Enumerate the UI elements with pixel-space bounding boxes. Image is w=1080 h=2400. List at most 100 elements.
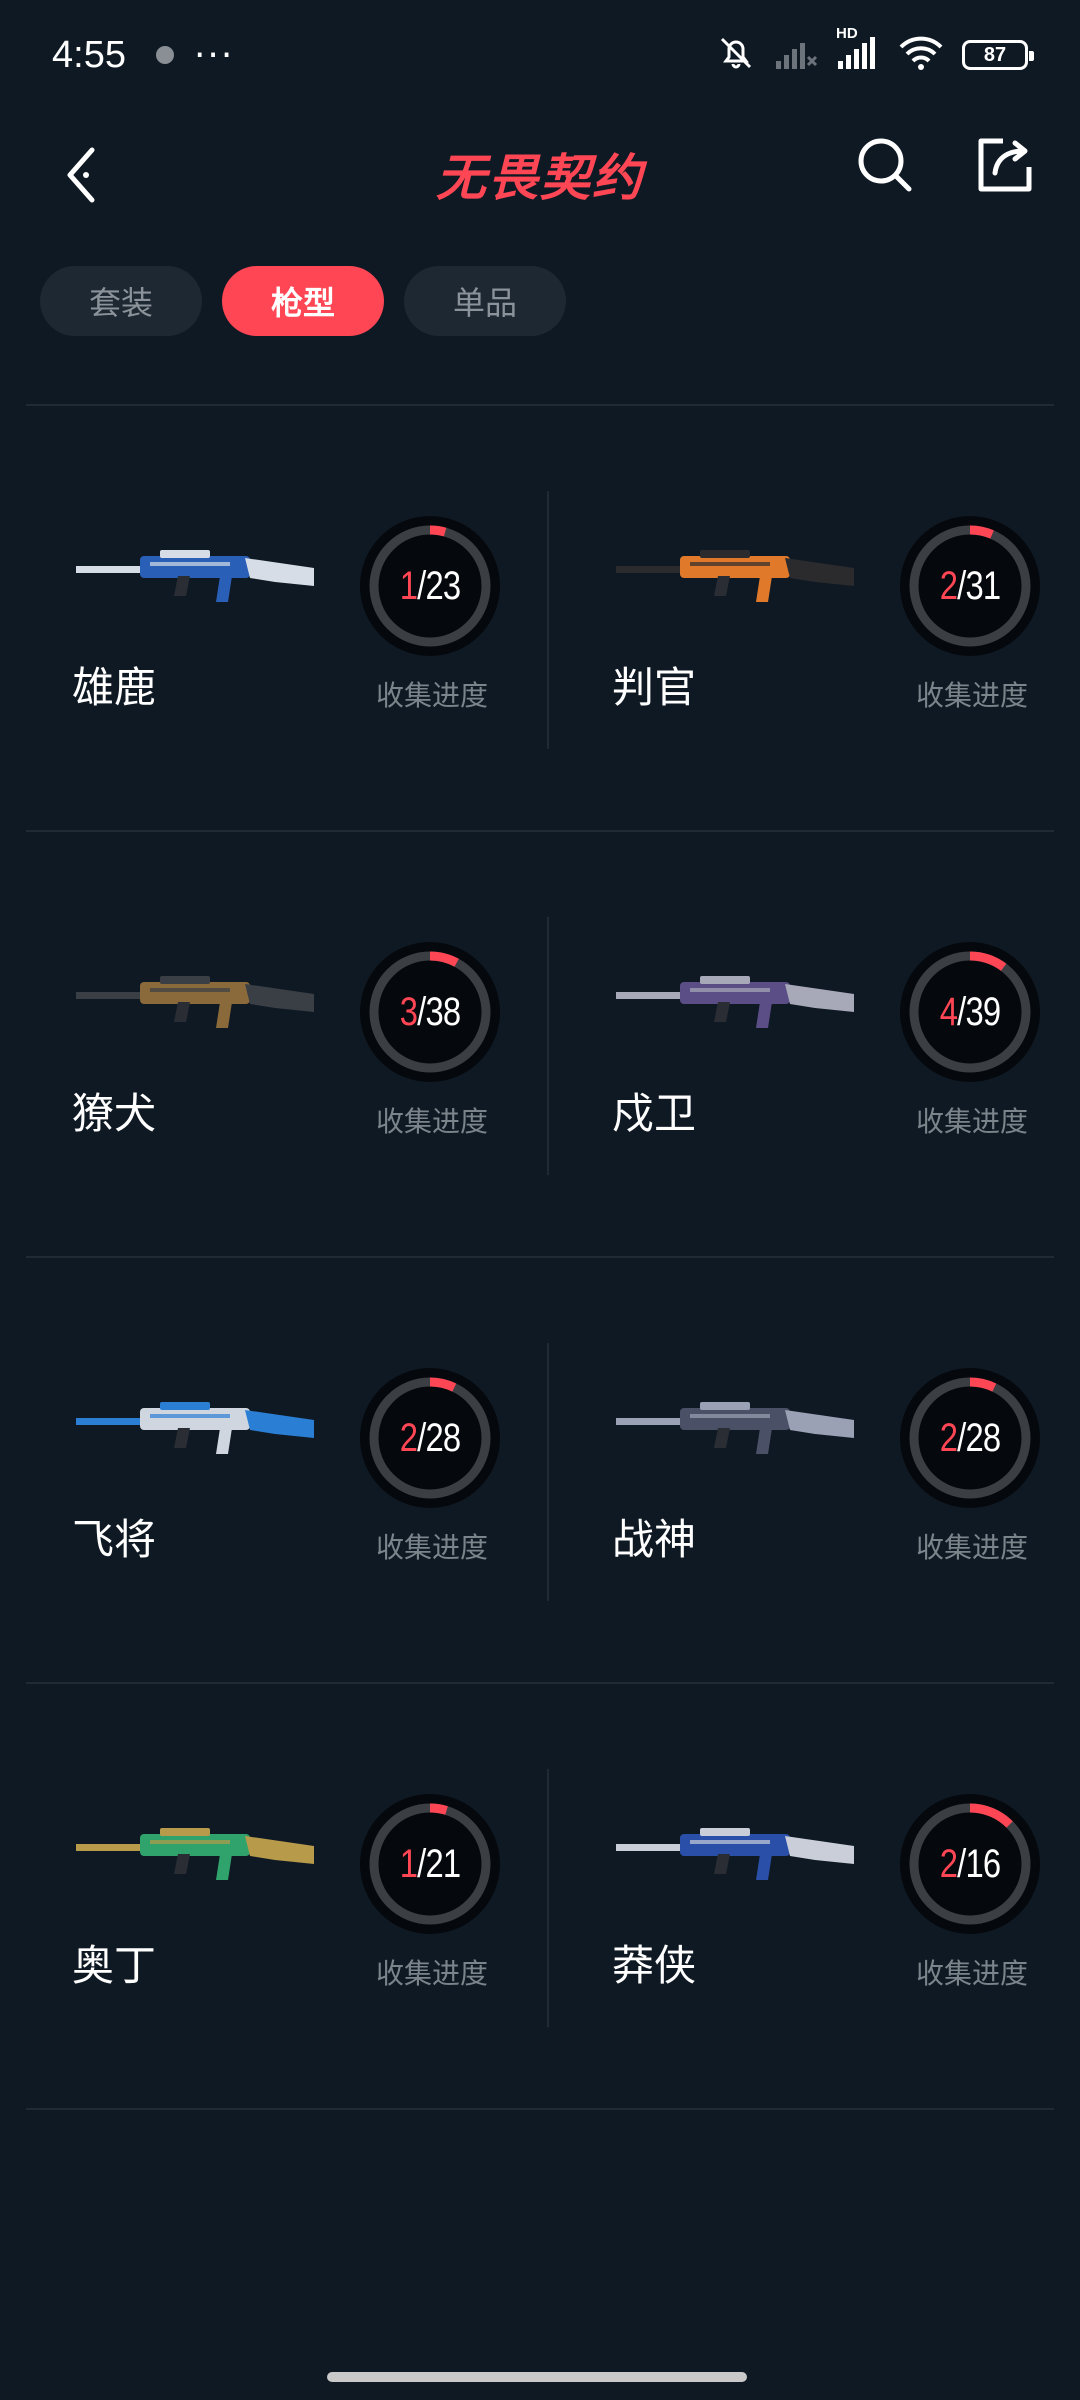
collected-count: 2 bbox=[939, 1841, 958, 1886]
weapon-name: 判官 bbox=[612, 663, 697, 712]
weapon-row: 2/28 飞将 收集进度 2/28 战神 收集进度 bbox=[0, 1258, 1080, 1684]
count-slash: / bbox=[417, 1841, 426, 1886]
wifi-icon bbox=[898, 35, 944, 75]
total-count: 31 bbox=[965, 563, 1001, 608]
tab-single-items[interactable]: 单品 bbox=[404, 266, 566, 336]
collection-progress-ring: 1/23 bbox=[360, 516, 500, 656]
total-count: 28 bbox=[965, 1415, 1001, 1460]
row-divider bbox=[26, 2108, 1054, 2110]
weapon-name: 奥丁 bbox=[72, 1941, 157, 1990]
column-divider bbox=[547, 1343, 549, 1601]
collection-progress-ring: 2/28 bbox=[360, 1368, 500, 1508]
weapon-name: 战神 bbox=[612, 1515, 697, 1564]
collection-count: 3/38 bbox=[373, 942, 488, 1082]
search-button[interactable] bbox=[845, 125, 925, 205]
share-button[interactable] bbox=[965, 125, 1045, 205]
weapon-card[interactable]: 狂怒收集进度 bbox=[0, 380, 540, 406]
weapon-card[interactable]: 1/21 奥丁 收集进度 bbox=[0, 1684, 540, 2110]
weapon-name: 雄鹿 bbox=[72, 663, 157, 712]
bell-muted-icon bbox=[716, 33, 756, 77]
share-icon bbox=[978, 138, 1032, 192]
weapon-row: 狂怒收集进度蜂刺收集进度 bbox=[0, 380, 1080, 406]
weapon-name: 獠犬 bbox=[72, 1089, 157, 1138]
weapon-image bbox=[70, 1368, 320, 1478]
app-header: 无畏契约 bbox=[0, 110, 1080, 240]
collection-count: 1/21 bbox=[373, 1794, 488, 1934]
weapon-name: 莽侠 bbox=[612, 1941, 697, 1990]
total-count: 28 bbox=[425, 1415, 461, 1460]
collection-progress-ring: 2/28 bbox=[900, 1368, 1040, 1508]
signal-hd-icon: HD bbox=[836, 25, 880, 75]
collected-count: 1 bbox=[399, 563, 418, 608]
collection-count: 2/31 bbox=[913, 516, 1028, 656]
more-notifications-icon: ··· bbox=[193, 34, 235, 76]
battery-icon: 87 bbox=[962, 40, 1034, 70]
count-slash: / bbox=[957, 563, 966, 608]
total-count: 21 bbox=[425, 1841, 461, 1886]
count-slash: / bbox=[417, 989, 426, 1034]
weapon-name: 飞将 bbox=[72, 1515, 157, 1564]
count-slash: / bbox=[957, 1415, 966, 1460]
notification-dot-icon bbox=[155, 46, 174, 64]
collection-count: 4/39 bbox=[913, 942, 1028, 1082]
weapon-image bbox=[610, 1368, 860, 1478]
weapon-card[interactable]: 2/28 飞将 收集进度 bbox=[0, 1258, 540, 1684]
collection-progress-label: 收集进度 bbox=[376, 679, 489, 712]
signal-off-icon bbox=[774, 35, 818, 75]
weapon-card[interactable]: 2/16 莽侠 收集进度 bbox=[540, 1684, 1080, 2110]
status-time: 4:55 bbox=[52, 33, 126, 76]
category-tabs: 套装 枪型 单品 bbox=[40, 266, 566, 336]
collection-progress-ring: 3/38 bbox=[360, 942, 500, 1082]
weapon-grid: 狂怒收集进度蜂刺收集进度1/23雄鹿收集进度2/31判官收集进度3/38獠犬收集… bbox=[0, 380, 1080, 2110]
home-indicator[interactable] bbox=[327, 2372, 747, 2382]
weapon-row: 3/38 獠犬 收集进度 4/39 戍卫 收集进度 bbox=[0, 832, 1080, 1258]
collection-progress-label: 收集进度 bbox=[916, 1105, 1029, 1138]
collection-progress-ring: 2/31 bbox=[900, 516, 1040, 656]
total-count: 23 bbox=[425, 563, 461, 608]
weapon-image bbox=[70, 516, 320, 626]
weapon-image bbox=[610, 942, 860, 1052]
collection-count: 1/23 bbox=[373, 516, 488, 656]
weapon-name: 戍卫 bbox=[612, 1089, 697, 1138]
count-slash: / bbox=[957, 1841, 966, 1886]
hd-label: HD bbox=[836, 25, 858, 42]
weapon-card[interactable]: 4/39 戍卫 收集进度 bbox=[540, 832, 1080, 1258]
count-slash: / bbox=[417, 1415, 426, 1460]
collected-count: 1 bbox=[399, 1841, 418, 1886]
weapon-card[interactable]: 2/28 战神 收集进度 bbox=[540, 1258, 1080, 1684]
collection-progress-label: 收集进度 bbox=[916, 1531, 1029, 1564]
total-count: 16 bbox=[965, 1841, 1001, 1886]
status-bar: 4:55 ··· HD 87 bbox=[0, 0, 1080, 110]
weapon-card[interactable]: 2/31 判官 收集进度 bbox=[540, 406, 1080, 832]
collection-progress-label: 收集进度 bbox=[916, 679, 1029, 712]
column-divider bbox=[547, 917, 549, 1175]
collection-progress-ring: 1/21 bbox=[360, 1794, 500, 1934]
collection-progress-label: 收集进度 bbox=[376, 1957, 489, 1990]
count-slash: / bbox=[957, 989, 966, 1034]
total-count: 39 bbox=[965, 989, 1001, 1034]
weapon-image bbox=[610, 1794, 860, 1904]
collection-progress-ring: 4/39 bbox=[900, 942, 1040, 1082]
tab-weapon-types[interactable]: 枪型 bbox=[222, 266, 384, 336]
weapon-image bbox=[70, 942, 320, 1052]
weapon-image bbox=[610, 516, 860, 626]
collected-count: 2 bbox=[939, 1415, 958, 1460]
weapon-card[interactable]: 1/23 雄鹿 收集进度 bbox=[0, 406, 540, 832]
collection-progress-label: 收集进度 bbox=[916, 1957, 1029, 1990]
weapon-grid-viewport[interactable]: 狂怒收集进度蜂刺收集进度1/23雄鹿收集进度2/31判官收集进度3/38獠犬收集… bbox=[0, 380, 1080, 2340]
collection-progress-ring: 2/16 bbox=[900, 1794, 1040, 1934]
weapon-card[interactable]: 蜂刺收集进度 bbox=[540, 380, 1080, 406]
collection-count: 2/28 bbox=[913, 1368, 1028, 1508]
collected-count: 3 bbox=[399, 989, 418, 1034]
column-divider bbox=[547, 491, 549, 749]
collection-count: 2/16 bbox=[913, 1794, 1028, 1934]
column-divider bbox=[547, 1769, 549, 2027]
total-count: 38 bbox=[425, 989, 461, 1034]
weapon-card[interactable]: 3/38 獠犬 收集进度 bbox=[0, 832, 540, 1258]
weapon-image bbox=[70, 1794, 320, 1904]
collection-count: 2/28 bbox=[373, 1368, 488, 1508]
collection-progress-label: 收集进度 bbox=[376, 1531, 489, 1564]
tab-sets[interactable]: 套装 bbox=[40, 266, 202, 336]
search-icon bbox=[858, 138, 912, 192]
collected-count: 2 bbox=[939, 563, 958, 608]
